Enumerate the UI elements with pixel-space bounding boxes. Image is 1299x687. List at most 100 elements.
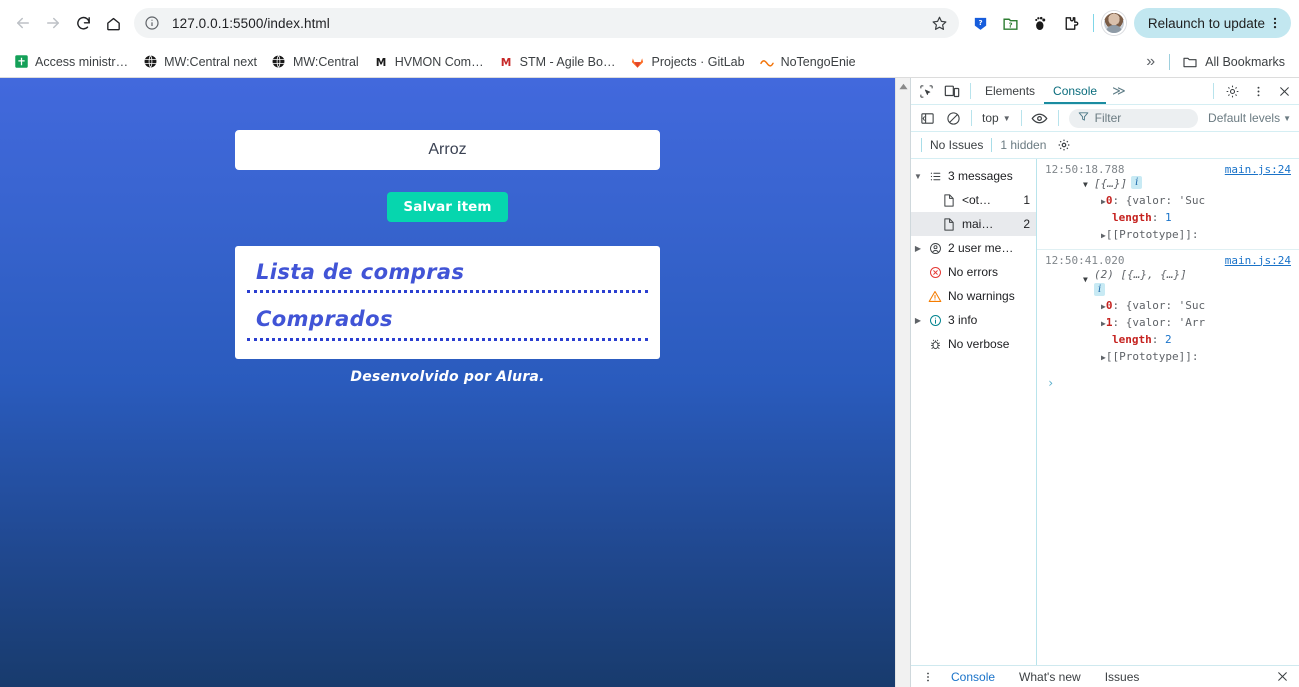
device-toolbar-icon[interactable] (939, 79, 965, 103)
triangle-down-icon[interactable]: ▼ (1083, 176, 1094, 193)
console-property-row[interactable]: ▶0: {valor: 'Suc (1037, 193, 1299, 210)
bookmark-label: HVMON Com… (394, 54, 484, 69)
clear-console-icon[interactable] (940, 106, 966, 130)
close-icon[interactable] (1271, 79, 1297, 103)
chevron-down-icon: ▼ (1283, 113, 1291, 123)
bookmark-access-ministr[interactable]: Access ministr… (6, 50, 135, 74)
three-dot-menu-icon[interactable] (1245, 79, 1271, 103)
console-prototype-row[interactable]: ▶[[Prototype]]: (1037, 349, 1299, 366)
info-badge-icon[interactable]: i (1094, 283, 1106, 297)
bookmark-mw-central[interactable]: MW:Central (264, 50, 366, 74)
console-source-link[interactable]: main.js:24 (1225, 254, 1291, 267)
bookmarks-overflow-button[interactable]: » (1136, 53, 1165, 71)
no-issues-label[interactable]: No Issues (930, 138, 983, 152)
execution-context-select[interactable]: top ▼ (977, 111, 1016, 125)
all-bookmarks-button[interactable]: All Bookmarks (1174, 52, 1293, 72)
property-value: {valor: 'Arr (1125, 316, 1206, 330)
three-dot-menu-icon[interactable] (917, 671, 939, 683)
devtools-statusbar: Console What's new Issues (911, 665, 1299, 687)
console-prototype-row[interactable]: ▶[[Prototype]]: (1037, 227, 1299, 244)
sidebar-row-other-source[interactable]: <ot… 1 (911, 188, 1036, 212)
warning-icon (925, 290, 945, 303)
close-icon[interactable] (1271, 670, 1293, 683)
sidebar-row-verbose[interactable]: No verbose (911, 332, 1036, 356)
relaunch-to-update-button[interactable]: Relaunch to update (1133, 8, 1291, 38)
bookmark-notengoenie[interactable]: NoTengoEnie (752, 50, 863, 74)
console-sidebar-toggle-icon[interactable] (914, 106, 940, 130)
console-log-output[interactable]: 12:50:18.788 main.js:24 ▼ [{…}] i ▶0: {v… (1037, 159, 1299, 665)
triangle-down-icon[interactable]: ▼ (1083, 267, 1094, 293)
console-message-head: 12:50:41.020 main.js:24 (1037, 254, 1299, 267)
prompt-caret-icon: › (1047, 375, 1055, 390)
gear-icon[interactable] (1219, 79, 1245, 103)
status-tab-issues[interactable]: Issues (1093, 670, 1152, 684)
page-vertical-scrollbar[interactable] (895, 78, 910, 687)
home-button[interactable] (98, 8, 128, 38)
console-source-link[interactable]: main.js:24 (1225, 163, 1291, 176)
console-object-preview-row[interactable]: ▼ (2) [{…}, {…}] i (1037, 267, 1299, 299)
tab-console[interactable]: Console (1044, 78, 1107, 104)
triangle-right-icon[interactable]: ▶ (911, 244, 925, 253)
info-circle-icon[interactable] (140, 11, 164, 35)
gitlab-fox-icon (629, 54, 645, 70)
status-tab-whats-new[interactable]: What's new (1007, 670, 1093, 684)
sidebar-row-user-messages[interactable]: ▶ 2 user me… (911, 236, 1036, 260)
browser-toolbar: 127.0.0.1:5500/index.html ? ? Relaunch t… (0, 0, 1299, 46)
issues-divider-left (921, 138, 922, 152)
address-bar[interactable]: 127.0.0.1:5500/index.html (134, 8, 959, 38)
console-filter-input[interactable]: Filter (1068, 108, 1199, 128)
console-property-row: length: 1 (1037, 210, 1299, 227)
property-key: [[Prototype]] (1105, 227, 1192, 241)
status-tab-console[interactable]: Console (939, 670, 1007, 684)
item-input[interactable]: Arroz (235, 130, 660, 170)
star-icon[interactable] (925, 8, 955, 38)
gnome-foot-extension-icon[interactable] (1027, 9, 1055, 37)
sidebar-row-errors[interactable]: No errors (911, 260, 1036, 284)
sidebar-row-messages[interactable]: ▼ 3 messages (911, 164, 1036, 188)
console-property-row: length: 2 (1037, 332, 1299, 349)
console-message[interactable]: 12:50:41.020 main.js:24 ▼ (2) [{…}, {…}]… (1037, 250, 1299, 371)
bitwarden-extension-icon[interactable]: ? (967, 9, 995, 37)
console-message[interactable]: 12:50:18.788 main.js:24 ▼ [{…}] i ▶0: {v… (1037, 159, 1299, 250)
filter-placeholder: Filter (1094, 111, 1122, 125)
user-icon (925, 242, 945, 255)
bookmark-hvmon-com[interactable]: M HVMON Com… (366, 50, 491, 74)
bookmark-projects-gitlab[interactable]: Projects · GitLab (622, 50, 751, 74)
tabs-overflow-icon[interactable]: ≫ (1106, 83, 1132, 99)
back-button[interactable] (8, 8, 38, 38)
triangle-down-icon[interactable]: ▼ (911, 172, 925, 181)
save-item-button[interactable]: Salvar item (387, 192, 508, 222)
shopping-list-app: Arroz Salvar item Lista de compras Compr… (235, 78, 660, 385)
property-sep: : (1151, 211, 1159, 224)
console-toolbar: top ▼ Filter Default levels ▼ (911, 105, 1299, 132)
console-object-preview-row[interactable]: ▼ [{…}] i (1037, 176, 1299, 193)
sidebar-row-info[interactable]: ▶ 3 info (911, 308, 1036, 332)
info-badge-icon[interactable]: i (1131, 176, 1143, 189)
chevron-down-icon: ▼ (1002, 113, 1011, 123)
console-property-row[interactable]: ▶0: {valor: 'Suc (1037, 298, 1299, 315)
forward-button[interactable] (38, 8, 68, 38)
profile-avatar[interactable] (1101, 11, 1126, 35)
purchased-list-title: Comprados (256, 307, 393, 332)
console-property-row[interactable]: ▶1: {valor: 'Arr (1037, 315, 1299, 332)
log-levels-select[interactable]: Default levels ▼ (1203, 111, 1296, 125)
inspect-element-icon[interactable] (913, 79, 939, 103)
sidebar-row-warnings[interactable]: No warnings (911, 284, 1036, 308)
bookmark-stm-agile-board[interactable]: M STM - Agile Bo… (491, 50, 623, 74)
toolbar-right-actions: ? ? Relaunch to update (967, 8, 1291, 38)
sidebar-label: mai… (962, 217, 994, 231)
tab-elements[interactable]: Elements (976, 78, 1044, 104)
extensions-puzzle-icon[interactable] (1057, 9, 1085, 37)
live-expression-eye-icon[interactable] (1027, 106, 1053, 130)
reload-button[interactable] (68, 8, 98, 38)
bookmark-mw-central-next[interactable]: MW:Central next (135, 50, 264, 74)
sidebar-row-main-js[interactable]: mai… 2 (911, 212, 1036, 236)
gear-icon[interactable] (1054, 135, 1074, 155)
console-timestamp: 12:50:41.020 (1045, 253, 1125, 267)
scrollbar-up-arrow-icon[interactable] (896, 78, 910, 95)
three-dot-menu-icon[interactable] (1265, 16, 1285, 30)
triangle-right-icon[interactable]: ▶ (911, 316, 925, 325)
sidebar-label: No errors (948, 265, 999, 279)
folder-question-extension-icon[interactable]: ? (997, 9, 1025, 37)
console-input-prompt[interactable]: › (1037, 371, 1299, 390)
